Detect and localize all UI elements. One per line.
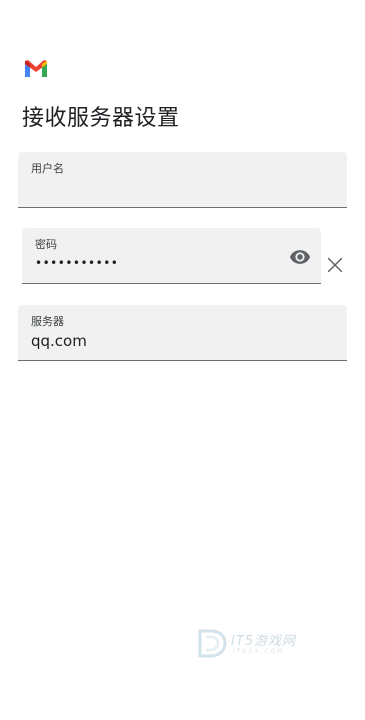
password-value[interactable]: ••••••••••• <box>35 253 118 273</box>
page-title: 接收服务器设置 <box>22 106 180 131</box>
username-label: 用户名 <box>31 162 64 175</box>
password-field[interactable]: 密码 ••••••••••• <box>22 228 321 284</box>
close-icon[interactable] <box>324 254 346 276</box>
password-label: 密码 <box>35 238 57 251</box>
watermark: IT5游戏网 ITSXX.COM <box>197 627 327 661</box>
server-label: 服务器 <box>31 315 64 328</box>
watermark-subtext: ITSXX.COM <box>233 648 285 655</box>
gmail-logo-icon <box>25 60 47 77</box>
watermark-text: IT5游戏网 <box>231 634 297 649</box>
eye-icon[interactable] <box>289 246 311 268</box>
server-field[interactable]: 服务器 qq.com <box>18 305 347 361</box>
server-value[interactable]: qq.com <box>31 331 87 351</box>
username-field[interactable]: 用户名 <box>18 152 347 208</box>
watermark-logo-icon <box>198 629 227 658</box>
